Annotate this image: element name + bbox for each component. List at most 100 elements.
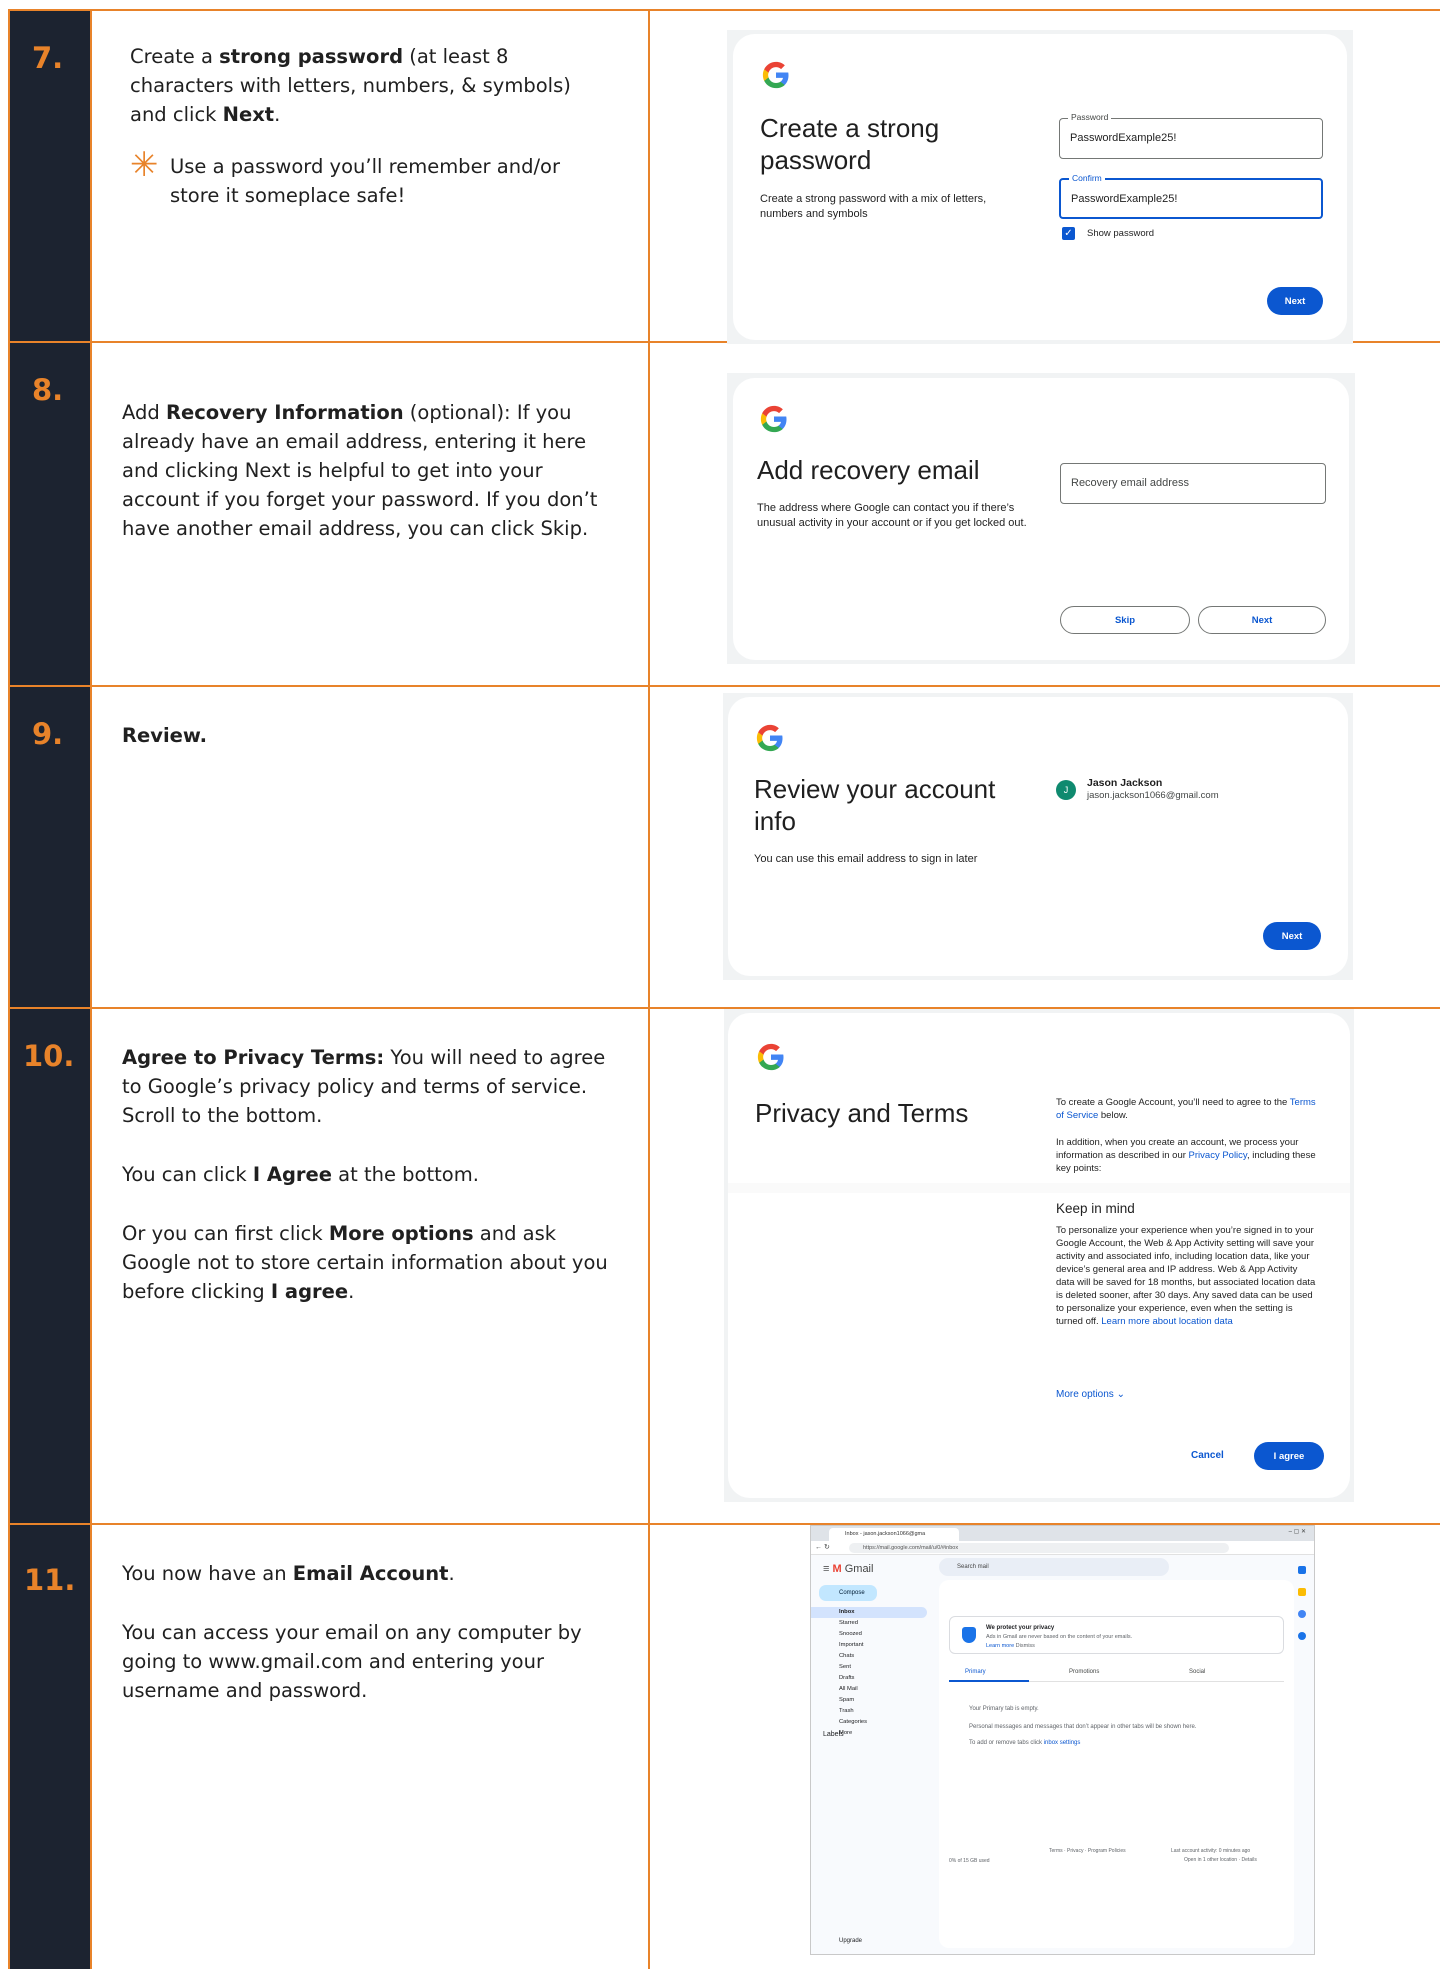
next-button[interactable]: Next xyxy=(1198,606,1326,634)
bold-text: Email Account xyxy=(292,1562,449,1585)
menu-icon[interactable]: ≡ xyxy=(823,1563,829,1575)
tasks-icon[interactable] xyxy=(1298,1610,1306,1618)
text: Create a xyxy=(130,45,220,68)
recovery-card: Add recovery email The address where Goo… xyxy=(733,378,1349,660)
password-input[interactable]: Password PasswordExample25! xyxy=(1059,112,1323,159)
step-number: 9. xyxy=(32,717,64,751)
dismiss-link[interactable]: Dismiss xyxy=(1016,1643,1035,1649)
card-title: Add recovery email xyxy=(757,455,980,485)
text: Add xyxy=(122,401,166,424)
keep-in-mind-heading: Keep in mind xyxy=(1056,1201,1135,1216)
bold-text: Next xyxy=(222,103,275,126)
step-instructions: Add Recovery Information (optional): If … xyxy=(122,398,602,566)
inbox-settings-link[interactable]: inbox settings xyxy=(1044,1740,1081,1746)
nav-item-categories[interactable]: Categories xyxy=(811,1717,927,1728)
field-value: PasswordExample25! xyxy=(1071,193,1178,205)
step-text-cell: You now have an Email Account. You can a… xyxy=(92,1525,650,1969)
address-bar: ← ↻ https://mail.google.com/mail/u/0/#in… xyxy=(811,1541,1314,1555)
gmail-nav: Inbox Starred Snoozed Important Chats Se… xyxy=(811,1607,927,1739)
compose-button[interactable]: Compose xyxy=(819,1585,877,1601)
text: You can access your email on any compute… xyxy=(122,1621,582,1702)
calendar-icon[interactable] xyxy=(1298,1566,1306,1574)
text: . xyxy=(274,103,281,126)
more-options-button[interactable]: More options ⌄ xyxy=(1056,1389,1125,1400)
tip: ✳ Use a password you’ll remember and/or … xyxy=(130,148,580,210)
field-label: Confirm xyxy=(1069,173,1105,183)
step-instructions: Agree to Privacy Terms: You will need to… xyxy=(122,1043,612,1329)
step-number-cell: 11. xyxy=(8,1525,92,1969)
bold-text: I Agree xyxy=(252,1163,332,1186)
url-field[interactable]: https://mail.google.com/mail/u/0/#inbox xyxy=(849,1543,1229,1553)
back-arrow-icon[interactable]: ← ↻ xyxy=(815,1543,830,1551)
card-subtitle: The address where Google can contact you… xyxy=(757,502,1027,529)
banner-title: We protect your privacy xyxy=(986,1625,1055,1631)
bold-text: Recovery Information xyxy=(165,401,404,424)
step-number-cell: 7. xyxy=(8,11,92,341)
keep-icon[interactable] xyxy=(1298,1588,1306,1596)
nav-item-sent[interactable]: Sent xyxy=(811,1662,927,1673)
privacy-policy-link[interactable]: Privacy Policy xyxy=(1189,1150,1247,1161)
privacy-intro: In addition, when you create an account,… xyxy=(1056,1136,1318,1175)
gmail-m-icon: M xyxy=(832,1563,842,1575)
review-card: Review your account info You can use thi… xyxy=(728,697,1348,976)
next-button[interactable]: Next xyxy=(1263,922,1321,950)
bold-text: More options xyxy=(328,1222,474,1245)
tab-promotions[interactable]: Promotions xyxy=(1069,1669,1099,1675)
browser-tab[interactable]: Inbox - jason.jackson1066@gma xyxy=(829,1528,959,1541)
gmail-sidebar: ≡ M Gmail Compose Inbox Starred Snoozed … xyxy=(811,1555,931,1954)
skip-button[interactable]: Skip xyxy=(1060,606,1190,634)
show-password-checkbox[interactable]: ✓ xyxy=(1062,227,1075,240)
google-g-icon xyxy=(756,1042,786,1072)
browser-tab-bar: Inbox - jason.jackson1066@gma – ▢ ✕ xyxy=(811,1526,1314,1541)
location-data-link[interactable]: Learn more about location data xyxy=(1101,1316,1233,1327)
window-controls-icon[interactable]: – ▢ ✕ xyxy=(1289,1528,1306,1535)
step-text-cell: Add Recovery Information (optional): If … xyxy=(92,343,650,685)
nav-item-all-mail[interactable]: All Mail xyxy=(811,1684,927,1695)
recovery-email-input[interactable]: Recovery email address xyxy=(1060,463,1326,504)
side-apps-rail xyxy=(1298,1566,1310,1654)
text: . xyxy=(448,1562,455,1585)
learn-more-link[interactable]: Learn more xyxy=(986,1643,1014,1649)
field-placeholder: Recovery email address xyxy=(1071,477,1189,489)
google-g-icon xyxy=(759,404,789,434)
field-value: PasswordExample25! xyxy=(1070,132,1177,144)
nav-item-snoozed[interactable]: Snoozed xyxy=(811,1629,927,1640)
tab-social[interactable]: Social xyxy=(1189,1669,1205,1675)
google-g-icon xyxy=(761,60,791,90)
active-tab-indicator xyxy=(949,1680,1029,1682)
cancel-button[interactable]: Cancel xyxy=(1191,1450,1224,1461)
card-title: Review your account info xyxy=(754,774,996,836)
banner-text: Ads in Gmail are never based on the cont… xyxy=(986,1634,1133,1640)
account-activity-details[interactable]: Open in 1 other location · Details xyxy=(1184,1857,1257,1863)
nav-item-starred[interactable]: Starred xyxy=(811,1618,927,1629)
tab-primary[interactable]: Primary xyxy=(965,1669,986,1675)
password-card: Create a strong password Create a strong… xyxy=(733,34,1347,340)
inbox-tabs: Primary Promotions Social xyxy=(949,1664,1284,1682)
step-instructions: You now have an Email Account. You can a… xyxy=(122,1559,612,1728)
nav-item-spam[interactable]: Spam xyxy=(811,1695,927,1706)
footer-links[interactable]: Terms · Privacy · Program Policies xyxy=(1049,1848,1126,1854)
contacts-icon[interactable] xyxy=(1298,1632,1306,1640)
app-name: Gmail xyxy=(844,1563,874,1575)
nav-item-important[interactable]: Important xyxy=(811,1640,927,1651)
google-g-icon xyxy=(755,723,785,753)
storage-usage: 0% of 15 GB used xyxy=(949,1858,990,1864)
next-button[interactable]: Next xyxy=(1267,287,1323,315)
nav-item-chats[interactable]: Chats xyxy=(811,1651,927,1662)
avatar: J xyxy=(1056,780,1076,800)
nav-item-drafts[interactable]: Drafts xyxy=(811,1673,927,1684)
upgrade-button[interactable]: Upgrade xyxy=(839,1938,862,1944)
search-input[interactable]: Search mail xyxy=(939,1558,1169,1576)
keep-in-mind-text: To personalize your experience when you’… xyxy=(1056,1224,1318,1328)
text: . xyxy=(348,1280,355,1303)
confirm-password-input[interactable]: Confirm PasswordExample25! xyxy=(1059,173,1323,219)
i-agree-button[interactable]: I agree xyxy=(1254,1442,1324,1470)
shield-icon xyxy=(962,1627,976,1643)
text: To add or remove tabs click xyxy=(969,1740,1044,1746)
nav-item-trash[interactable]: Trash xyxy=(811,1706,927,1717)
terms-intro: To create a Google Account, you’ll need … xyxy=(1056,1096,1318,1122)
empty-title: Your Primary tab is empty. xyxy=(969,1706,1039,1712)
labels-heading: Labels xyxy=(823,1731,844,1738)
step-instructions: Review. xyxy=(122,721,622,773)
nav-item-inbox[interactable]: Inbox xyxy=(811,1607,927,1618)
